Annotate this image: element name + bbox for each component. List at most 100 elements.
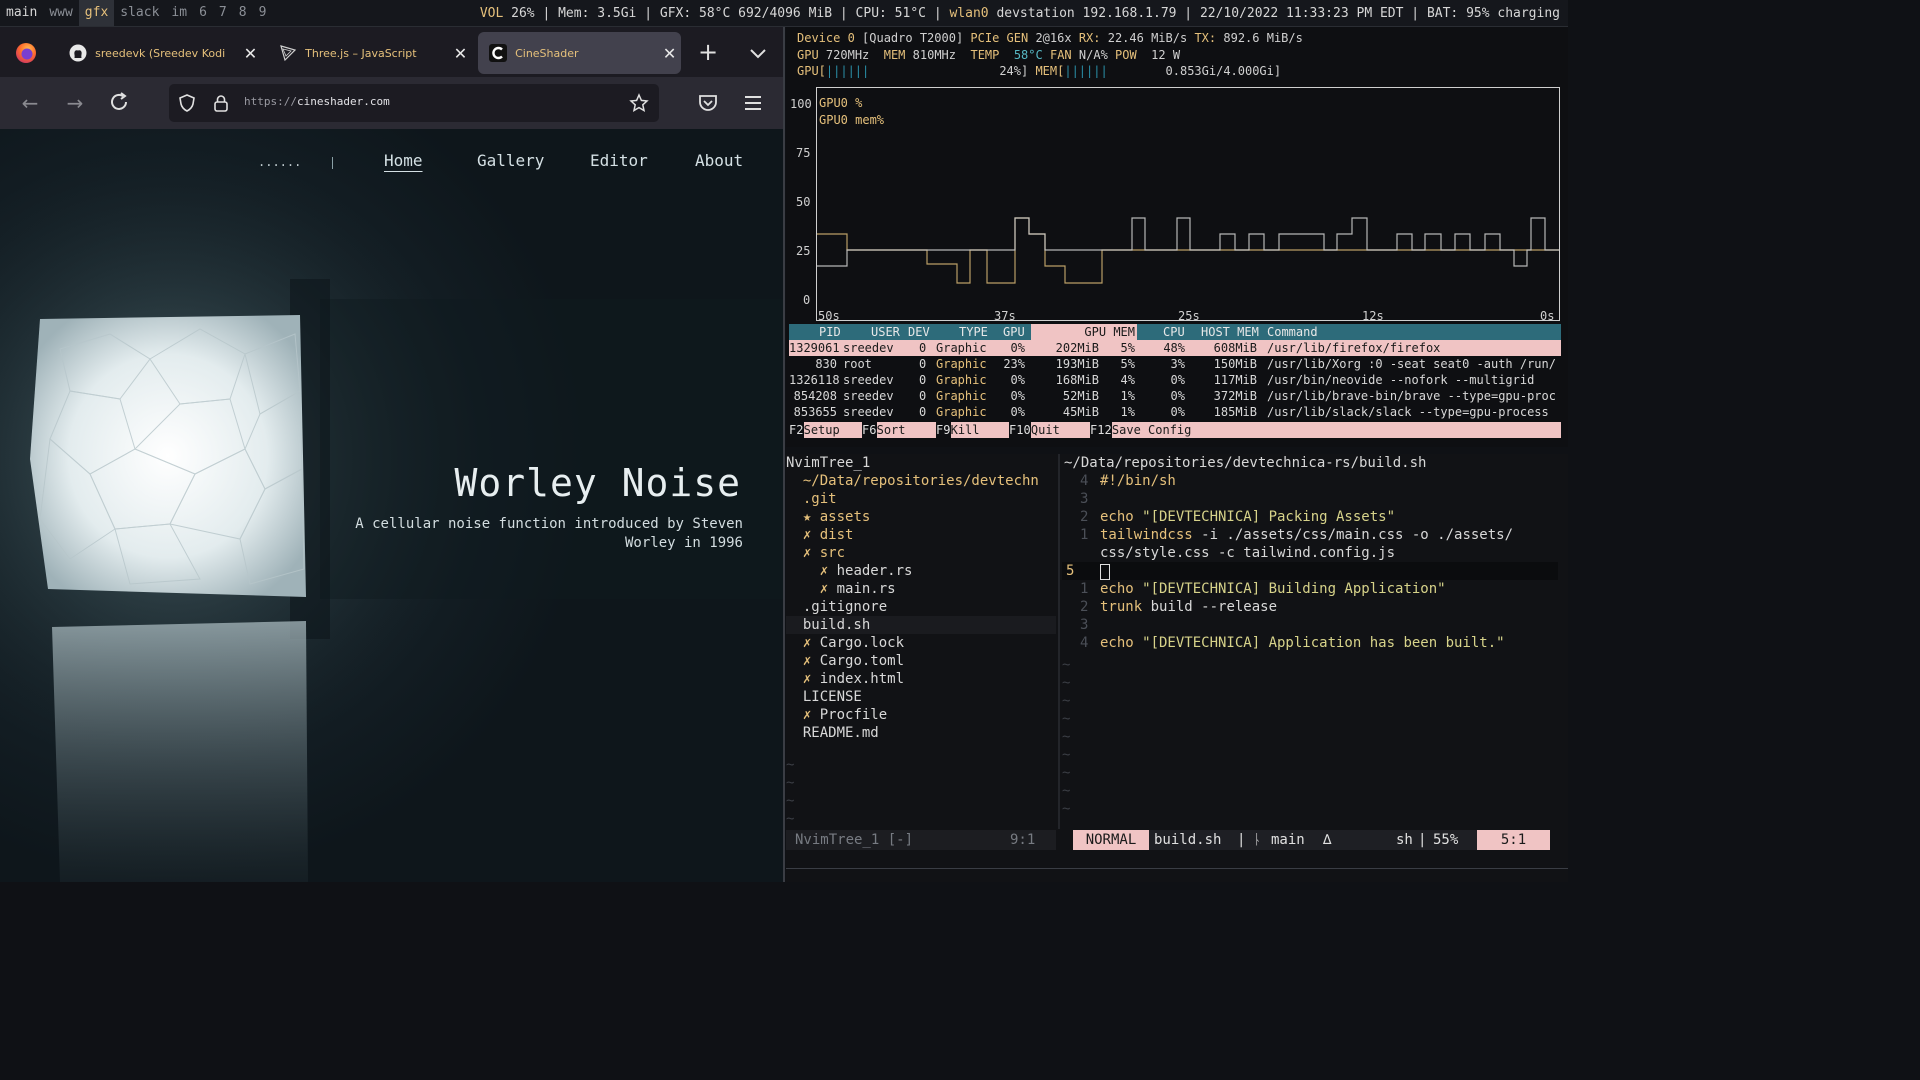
fkey-label[interactable]: Quit bbox=[1030, 422, 1090, 438]
tree-item-name: ~/Data/repositories/devtechn bbox=[802, 473, 1039, 489]
menu-hamburger-icon[interactable] bbox=[742, 92, 764, 114]
tree-item[interactable]: ✗ src bbox=[786, 544, 1056, 562]
tree-item[interactable]: LICENSE bbox=[786, 688, 1056, 706]
tree-item[interactable]: ✗ dist bbox=[786, 526, 1056, 544]
close-tab-icon[interactable]: ✕ bbox=[449, 44, 472, 63]
bookmark-star-icon[interactable] bbox=[629, 93, 649, 113]
process-row[interactable]: 854208 sreedev 0 Graphic 0% 52MiB 1% 0% 372MiB/u… bbox=[789, 388, 1561, 404]
lock-icon[interactable] bbox=[211, 93, 231, 113]
nav-home[interactable]: Home bbox=[384, 151, 423, 170]
empty-line-marker: ~ bbox=[1062, 657, 1071, 673]
nav-editor[interactable]: Editor bbox=[590, 151, 648, 170]
tree-item[interactable]: ★ assets bbox=[786, 508, 1056, 526]
workspace-7[interactable]: 7 bbox=[213, 0, 233, 26]
tree-item-name: Cargo.lock bbox=[819, 635, 905, 651]
empty-line-marker: ~ bbox=[786, 775, 795, 791]
process-row[interactable]: 1326118 sreedev 0 Graphic 0% 168MiB 4% 0% 117MiB… bbox=[789, 372, 1561, 388]
workspace-slack[interactable]: slack bbox=[114, 0, 165, 26]
code-buffer[interactable]: ~/Data/repositories/devtechnica-rs/build… bbox=[1062, 454, 1568, 829]
tree-item[interactable]: ✗ header.rs bbox=[786, 562, 1056, 580]
url-text[interactable]: https://cineshader.com bbox=[244, 95, 390, 108]
code-line[interactable]: 3 bbox=[1062, 490, 1562, 508]
tree-item[interactable]: README.md bbox=[786, 724, 1056, 742]
net-info: devstation 192.168.1.79 bbox=[996, 5, 1177, 21]
fkey-label[interactable]: Setup bbox=[803, 422, 862, 438]
tab-cineshader[interactable]: CineShader ✕ bbox=[478, 32, 681, 74]
workspace-6[interactable]: 6 bbox=[193, 0, 213, 26]
graph-x-tick: 50s bbox=[818, 309, 840, 323]
workspace-www[interactable]: www bbox=[43, 0, 78, 26]
code-line[interactable]: 2 trunk build --release bbox=[1062, 598, 1562, 616]
close-tab-icon[interactable]: ✕ bbox=[239, 44, 262, 63]
workspace-gfx[interactable]: gfx bbox=[78, 0, 115, 26]
process-row[interactable]: 830 root 0 Graphic 23% 193MiB 5% 3% 150MiB/usr/l… bbox=[789, 356, 1561, 372]
workspace-main[interactable]: main bbox=[0, 0, 43, 26]
tree-item[interactable]: ✗ Cargo.toml bbox=[786, 652, 1056, 670]
web-page: ...... Home Gallery Editor About Worley … bbox=[0, 129, 783, 882]
close-tab-icon[interactable]: ✕ bbox=[658, 44, 681, 63]
fkey-f6[interactable]: F6 bbox=[862, 422, 876, 438]
firefox-logo-icon[interactable] bbox=[14, 41, 38, 65]
process-cpu: 0% bbox=[1170, 405, 1185, 419]
clock-line: GPU 720MHz MEM 810MHz TEMP 58°C FAN N/A%… bbox=[797, 48, 1181, 62]
url-host: cineshader.com bbox=[296, 95, 390, 108]
threejs-icon bbox=[278, 43, 297, 63]
tree-item-name: src bbox=[819, 545, 846, 561]
fkey-label[interactable]: Kill bbox=[950, 422, 1009, 438]
line-number: 5 bbox=[1066, 563, 1075, 579]
process-gpu: 0% bbox=[1010, 373, 1025, 387]
process-cmd: /usr/bin/neovide --nofork --multigrid bbox=[1267, 373, 1535, 387]
graph-y-tick: 100 bbox=[790, 97, 812, 111]
tree-item[interactable]: ✗ Procfile bbox=[786, 706, 1056, 724]
fkey-label[interactable]: Sort bbox=[876, 422, 936, 438]
code-line[interactable]: 4 #!/bin/sh bbox=[1062, 472, 1562, 490]
shield-icon[interactable] bbox=[177, 93, 197, 113]
back-arrow-icon[interactable]: ← bbox=[18, 91, 42, 115]
fkey-f10[interactable]: F10 bbox=[1009, 422, 1031, 438]
tree-item[interactable]: ~/Data/repositories/devtechn bbox=[786, 472, 1056, 490]
code-line[interactable]: 1 echo "[DEVTECHNICA] Building Applicatio… bbox=[1062, 580, 1562, 598]
pocket-icon[interactable] bbox=[697, 92, 719, 114]
code-line[interactable]: 2 echo "[DEVTECHNICA] Packing Assets" bbox=[1062, 508, 1562, 526]
url-bar[interactable]: https://cineshader.com bbox=[169, 84, 659, 122]
process-dev: 0 bbox=[919, 341, 927, 355]
process-gpu: 0% bbox=[1010, 389, 1025, 403]
code-line[interactable]: 3 bbox=[1062, 616, 1562, 634]
list-tabs-chevron-down-icon[interactable] bbox=[746, 41, 770, 65]
tree-item[interactable]: .gitignore bbox=[786, 598, 1056, 616]
reload-icon[interactable] bbox=[107, 91, 131, 115]
tree-item[interactable]: ✗ index.html bbox=[786, 670, 1056, 688]
tab-label: CineShader bbox=[515, 46, 579, 60]
tab-threejs[interactable]: Three.js – JavaScript ✕ bbox=[268, 32, 472, 74]
code-line[interactable]: 1 tailwindcss -i ./assets/css/main.css -o… bbox=[1062, 526, 1562, 544]
nav-gallery[interactable]: Gallery bbox=[477, 151, 544, 170]
fkey-label[interactable]: Save Config bbox=[1111, 422, 1561, 438]
fkey-f12[interactable]: F12 bbox=[1090, 422, 1112, 438]
code-line[interactable]: css/style.css -c tailwind.config.js bbox=[1062, 544, 1562, 562]
process-pid: 1326118 bbox=[789, 373, 840, 387]
gpu-usage-lines bbox=[817, 217, 1559, 284]
tab-github[interactable]: sreedevk (Sreedev Kodi ✕ bbox=[58, 32, 262, 74]
gpu-usage-bar: GPU[|||||| 24%] MEM[|||||| 0.853Gi/4.000… bbox=[797, 64, 1282, 78]
forward-arrow-icon[interactable]: → bbox=[63, 91, 87, 115]
workspace-im[interactable]: im bbox=[165, 0, 193, 26]
code-line[interactable]: 5 bbox=[1062, 562, 1558, 580]
nav-about[interactable]: About bbox=[695, 151, 743, 170]
workspace-8[interactable]: 8 bbox=[233, 0, 253, 26]
site-logo[interactable]: ...... bbox=[258, 155, 301, 169]
process-row[interactable]: 1329061 sreedev 0 Graphic 0% 202MiB 5% 48% 608Mi… bbox=[789, 340, 1561, 356]
tree-item[interactable]: build.sh bbox=[786, 616, 1056, 634]
gpu-usage-graph: GPU0 % GPU0 mem% bbox=[816, 87, 1560, 321]
line-number: 3 bbox=[1080, 491, 1089, 507]
tree-item[interactable]: ✗ Cargo.lock bbox=[786, 634, 1056, 652]
code-text: tailwindcss -i ./assets/css/main.css -o … bbox=[1100, 527, 1514, 543]
tree-item[interactable]: ✗ main.rs bbox=[786, 580, 1056, 598]
workspace-9[interactable]: 9 bbox=[253, 0, 273, 26]
new-tab-plus-icon[interactable]: + bbox=[696, 40, 720, 64]
tree-item[interactable]: .git bbox=[786, 490, 1056, 508]
code-line[interactable]: 4 echo "[DEVTECHNICA] Application has bee… bbox=[1062, 634, 1562, 652]
process-row[interactable]: 853655 sreedev 0 Graphic 0% 45MiB 1% 0% 185MiB/u… bbox=[789, 404, 1561, 420]
fkey-f2[interactable]: F2 bbox=[789, 422, 803, 438]
process-hmem: 117MiB bbox=[1213, 373, 1257, 387]
fkey-f9[interactable]: F9 bbox=[936, 422, 950, 438]
